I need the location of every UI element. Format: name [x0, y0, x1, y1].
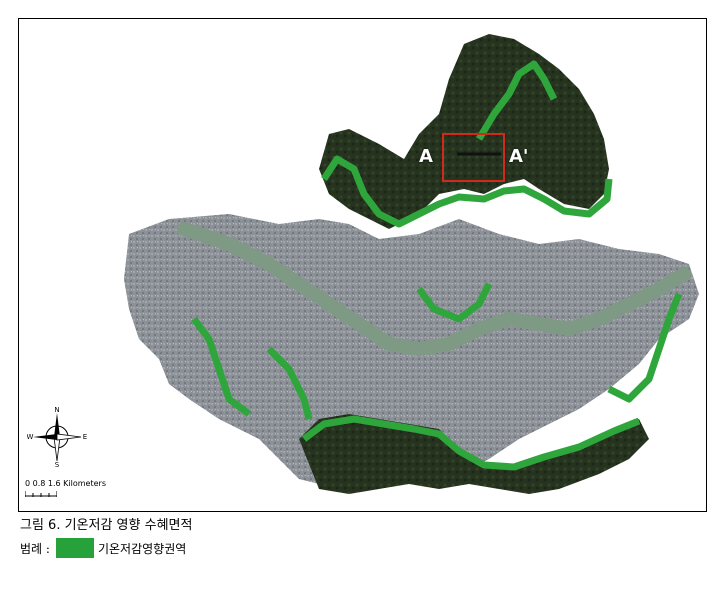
compass-rose-icon: N S E W	[27, 407, 87, 467]
scale-bar	[25, 491, 57, 497]
section-marker-a: A	[419, 146, 433, 167]
compass-e: E	[83, 433, 87, 441]
compass-w: W	[27, 433, 34, 441]
legend: 범례 : 기온저감영향권역	[20, 538, 186, 558]
scale-label: 0 0.8 1.6 Kilometers	[25, 479, 106, 488]
legend-item-label: 기온저감영향권역	[97, 541, 187, 556]
legend-label: 범례 :	[20, 541, 50, 556]
compass-n: N	[54, 407, 59, 414]
seoul-satellite-map	[124, 34, 699, 494]
legend-swatch	[55, 538, 94, 558]
map-frame: A A' N S E W 0 0.8 1.6 Kilometers	[18, 18, 707, 512]
figure-caption: 그림 6. 기온저감 영향 수혜면적	[20, 518, 193, 533]
compass-s: S	[55, 461, 60, 467]
section-marker-a-prime: A'	[509, 146, 529, 167]
